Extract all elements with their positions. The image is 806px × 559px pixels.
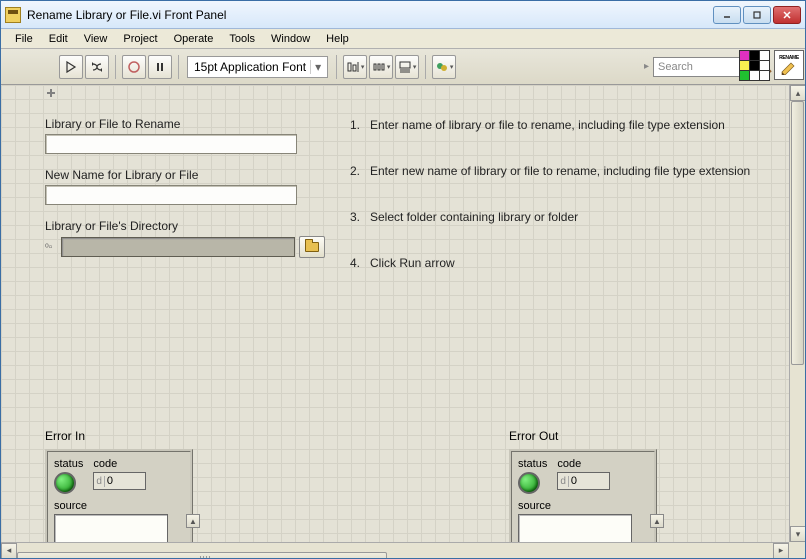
inst-num: 2.	[350, 164, 370, 178]
pause-button[interactable]	[148, 55, 172, 79]
vertical-scrollbar[interactable]: ▴ ▾	[789, 85, 805, 542]
source-label: source	[54, 500, 184, 512]
pencil-icon	[780, 61, 798, 75]
menu-tools[interactable]: Tools	[221, 31, 263, 47]
code-input[interactable]: d0	[93, 472, 146, 490]
folder-icon	[305, 242, 319, 252]
code-value: 0	[105, 475, 145, 487]
run-continuously-button[interactable]	[85, 55, 109, 79]
right-panel: RENAME	[739, 50, 804, 81]
window-title: Rename Library or File.vi Front Panel	[27, 8, 713, 22]
font-label: 15pt Application Font	[194, 60, 306, 74]
menubar: File Edit View Project Operate Tools Win…	[1, 29, 805, 49]
code-label: code	[93, 458, 146, 470]
scroll-left-button[interactable]: ◂	[1, 543, 17, 559]
minimize-button[interactable]	[713, 6, 741, 24]
menu-window[interactable]: Window	[263, 31, 318, 47]
inst-num: 4.	[350, 256, 370, 270]
error-in-title: Error In	[45, 429, 193, 443]
workspace: Library or File to Rename New Name for L…	[1, 85, 805, 558]
scroll-corner	[789, 542, 805, 558]
instructions: 1.Enter name of library or file to renam…	[350, 118, 750, 302]
inst-num: 3.	[350, 210, 370, 224]
horizontal-scrollbar[interactable]: ◂ ▸	[1, 542, 789, 558]
window-frame: Rename Library or File.vi Front Panel Fi…	[0, 0, 806, 559]
path-type-icon: ᵒ▫	[45, 242, 57, 253]
code-prefix: d	[558, 476, 569, 487]
menu-help[interactable]: Help	[318, 31, 357, 47]
search-placeholder: Search	[658, 61, 693, 73]
font-selector[interactable]: 15pt Application Font ▾	[187, 56, 328, 78]
scroll-up-button[interactable]: ▲	[650, 514, 664, 528]
code-label: code	[557, 458, 610, 470]
inst-text: Enter new name of library or file to ren…	[370, 164, 750, 178]
inst-num: 1.	[350, 118, 370, 132]
menu-view[interactable]: View	[76, 31, 116, 47]
directory-input[interactable]	[61, 237, 295, 257]
error-out-section: Error Out status code d0 source	[509, 429, 657, 558]
scroll-down-button[interactable]: ▾	[790, 526, 805, 542]
vi-icon[interactable]: RENAME	[774, 50, 804, 80]
browse-button[interactable]	[299, 236, 325, 258]
maximize-button[interactable]	[743, 6, 771, 24]
menu-edit[interactable]: Edit	[41, 31, 76, 47]
rename-input[interactable]	[45, 134, 297, 154]
menu-operate[interactable]: Operate	[166, 31, 222, 47]
toolbar: 15pt Application Font▾ ▾ ▾ ▾ ▾ ▸ Search …	[1, 49, 805, 85]
h-thumb[interactable]	[17, 552, 387, 559]
status-label: status	[518, 458, 547, 470]
error-in-section: Error In status code d0 source	[45, 429, 193, 558]
resize-button[interactable]: ▾	[395, 55, 419, 79]
menu-file[interactable]: File	[7, 31, 41, 47]
status-label: status	[54, 458, 83, 470]
source-label: source	[518, 500, 648, 512]
code-value: 0	[569, 475, 609, 487]
code-prefix: d	[94, 476, 105, 487]
chevron-down-icon: ▾	[310, 60, 321, 74]
scroll-up-button[interactable]: ▴	[790, 85, 805, 101]
distribute-button[interactable]: ▾	[369, 55, 393, 79]
align-button[interactable]: ▾	[343, 55, 367, 79]
abort-button[interactable]	[122, 55, 146, 79]
inst-text: Select folder containing library or fold…	[370, 210, 578, 224]
v-thumb[interactable]	[791, 101, 804, 365]
origin-marker	[47, 89, 55, 97]
menu-project[interactable]: Project	[115, 31, 165, 47]
inst-text: Enter name of library or file to rename,…	[370, 118, 725, 132]
connector-pane[interactable]	[739, 50, 770, 81]
reorder-button[interactable]: ▾	[432, 55, 456, 79]
run-button[interactable]	[59, 55, 83, 79]
titlebar: Rename Library or File.vi Front Panel	[1, 1, 805, 29]
close-button[interactable]	[773, 6, 801, 24]
vi-file-icon	[5, 7, 21, 23]
status-led	[518, 472, 540, 494]
scroll-up-button[interactable]: ▲	[186, 514, 200, 528]
search-input[interactable]: Search	[653, 57, 753, 77]
scroll-right-button[interactable]: ▸	[773, 543, 789, 559]
newname-input[interactable]	[45, 185, 297, 205]
status-led[interactable]	[54, 472, 76, 494]
search-indicator-icon: ▸	[644, 61, 649, 72]
code-output: d0	[557, 472, 610, 490]
inst-text: Click Run arrow	[370, 256, 455, 270]
error-out-title: Error Out	[509, 429, 657, 443]
